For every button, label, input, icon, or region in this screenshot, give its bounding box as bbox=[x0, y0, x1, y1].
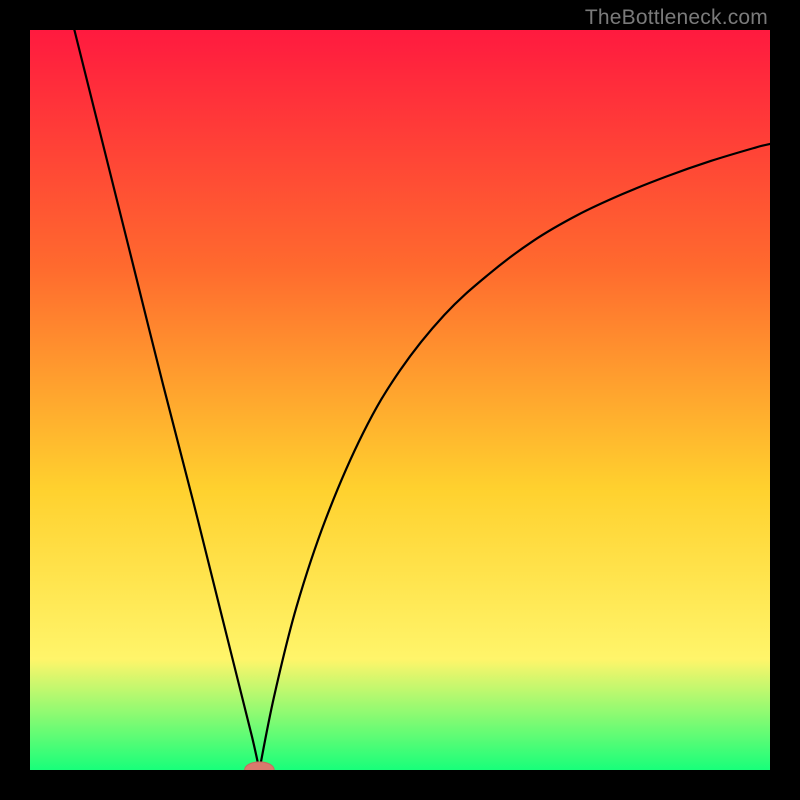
watermark-text: TheBottleneck.com bbox=[585, 6, 768, 30]
chart-frame bbox=[30, 30, 770, 770]
gradient-background bbox=[30, 30, 770, 770]
bottleneck-chart bbox=[30, 30, 770, 770]
